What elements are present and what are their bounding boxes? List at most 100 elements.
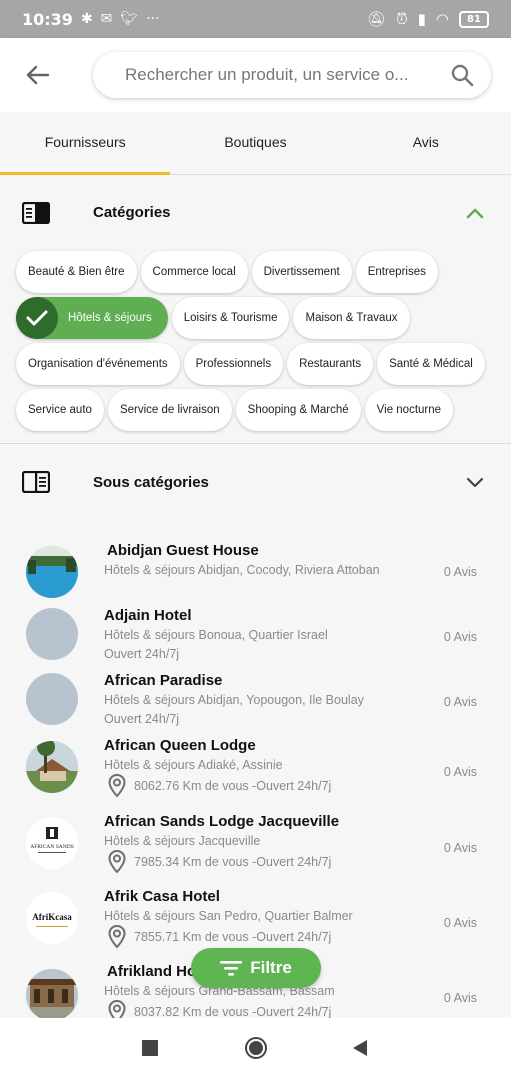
home-button[interactable] [245,1037,267,1059]
filter-icon [220,961,243,976]
chip-service-auto[interactable]: Service auto [16,389,104,431]
chip-vie-nocturne[interactable]: Vie nocturne [364,389,454,431]
chip-maison-travaux[interactable]: Maison & Travaux [293,297,410,339]
tab-bar: Fournisseurs Boutiques Avis [0,112,511,175]
listing-name: African Queen Lodge [104,737,256,754]
listing-avis: 0 Avis [443,841,477,855]
search-bar[interactable] [93,52,491,98]
status-bar: 10:39 ✱ ✉ 🐦︎ ··· 🔕︎ ⏰︎ ▮ ◠ 81 [0,0,511,38]
chevron-down-icon[interactable] [465,472,485,492]
back-triangle-button[interactable] [352,1039,368,1057]
battery-icon: 81 [459,10,489,28]
chip-label: Hôtels & séjours [68,312,152,324]
distance-text: 7985.34 Km de vous -Ouvert 24h/7j [134,855,332,869]
more-icon: ··· [146,11,160,27]
listing-meta: Hôtels & séjours Adiaké, Assinie [104,758,283,772]
chip-beaute[interactable]: Beauté & Bien être [16,251,137,293]
distance-text: 8037.82 Km de vous -Ouvert 24h/7j [134,1005,332,1019]
listing-meta: Hôtels & séjours Abidjan, Cocody, Rivier… [104,563,380,577]
categories-title: Catégories [93,204,171,221]
book-icon [22,202,50,224]
listing-hours: Ouvert 24h/7j [104,647,180,661]
location-pin-icon [108,1000,126,1019]
subcategories-header[interactable]: Sous catégories [0,466,511,498]
chip-loisirs-tourisme[interactable]: Loisirs & Tourisme [171,297,290,339]
logo-text: AFRICAN SANDS [30,844,74,850]
bluetooth-icon: ✱ [80,11,93,27]
distance-text: 7855.71 Km de vous -Ouvert 24h/7j [134,930,332,944]
listing-avis: 0 Avis [443,695,477,709]
location-pin-icon [108,925,126,949]
chip-sante-medical[interactable]: Santé & Médical [377,343,485,385]
status-time: 10:39 [22,9,73,29]
chip-commerce-local[interactable]: Commerce local [140,251,248,293]
chip-divertissement[interactable]: Divertissement [251,251,352,293]
listing-photo [26,969,78,1019]
check-icon [16,297,58,339]
list-item[interactable]: African Queen Lodge Hôtels & séjours Adi… [0,731,511,805]
filter-button[interactable]: Filtre [191,948,321,988]
chip-organisation-evenements[interactable]: Organisation d'événements [16,343,180,385]
location-pin-icon [108,850,126,874]
book-open-icon [22,471,50,493]
chip-restaurants[interactable]: Restaurants [287,343,374,385]
chip-shooping-marche[interactable]: Shooping & Marché [235,389,361,431]
list-item[interactable]: African Paradise Hôtels & séjours Abidja… [0,666,511,730]
chevron-up-icon[interactable] [465,203,485,223]
tab-avis[interactable]: Avis [341,112,511,174]
alarm-icon: ⏰︎ [395,10,408,28]
twitter-icon: 🐦︎ [120,11,139,27]
listing-meta: Hôtels & séjours Bonoua, Quartier Israel [104,628,328,642]
avatar-placeholder [26,673,78,725]
signal-icon: ▮ [417,10,426,28]
tab-boutiques[interactable]: Boutiques [170,112,340,174]
listing-avis: 0 Avis [443,991,477,1005]
divider [0,443,511,444]
listing-distance: 7855.71 Km de vous -Ouvert 24h/7j [108,925,331,949]
listing-logo: AfriKcasa [26,892,78,944]
chip-entreprises[interactable]: Entreprises [355,251,438,293]
categories-header[interactable]: Catégories [0,196,511,228]
listing-photo [26,546,78,598]
listing-photo [26,741,78,793]
listing-avis: 0 Avis [443,765,477,779]
search-icon[interactable] [447,60,477,90]
back-button[interactable] [18,55,58,95]
listing-name: Abidjan Guest House [107,542,259,559]
arrow-left-icon [26,65,50,85]
filter-label: Filtre [250,958,292,977]
logo-text: AfriKcasa [32,912,72,922]
list-item[interactable]: Adjain Hotel Hôtels & séjours Bonoua, Qu… [0,601,511,665]
search-input[interactable] [125,65,447,85]
chip-service-livraison[interactable]: Service de livraison [107,389,232,431]
listing-hours: Ouvert 24h/7j [104,712,180,726]
chip-hotels-sejours[interactable]: Hôtels & séjours [16,297,168,339]
listing-name: Afrik Casa Hotel [104,888,220,905]
home-dot [249,1041,263,1055]
system-nav-bar [0,1018,511,1080]
list-item[interactable]: AFRICAN SANDS African Sands Lodge Jacque… [0,807,511,881]
listing-meta: Hôtels & séjours Abidjan, Yopougon, Ile … [104,693,364,707]
silent-icon: 🔕︎ [366,10,386,28]
listing-meta: Hôtels & séjours San Pedro, Quartier Bal… [104,909,353,923]
recents-button[interactable] [142,1040,158,1056]
listing-logo: AFRICAN SANDS [26,817,78,869]
category-chips: Beauté & Bien être Commerce local Divert… [16,251,496,435]
list-item[interactable]: Abidjan Guest House Hôtels & séjours Abi… [0,536,511,600]
listing-avis: 0 Avis [443,916,477,930]
list-item[interactable]: AfriKcasa Afrik Casa Hotel Hôtels & séjo… [0,882,511,956]
listing-name: African Sands Lodge Jacqueville [104,813,340,830]
listing-distance: 8037.82 Km de vous -Ouvert 24h/7j [108,1000,331,1019]
chip-professionnels[interactable]: Professionnels [183,343,284,385]
distance-text: 8062.76 Km de vous -Ouvert 24h/7j [134,779,332,793]
listing-name: Adjain Hotel [104,607,192,624]
avatar-placeholder [26,608,78,660]
location-pin-icon [108,774,126,798]
subcategories-title: Sous catégories [93,474,209,491]
listing-avis: 0 Avis [443,565,477,579]
app-header [0,38,511,112]
tab-fournisseurs[interactable]: Fournisseurs [0,112,171,175]
listing-distance: 8062.76 Km de vous -Ouvert 24h/7j [108,774,331,798]
listing-meta: Hôtels & séjours Jacqueville [104,834,261,848]
listing-avis: 0 Avis [443,630,477,644]
